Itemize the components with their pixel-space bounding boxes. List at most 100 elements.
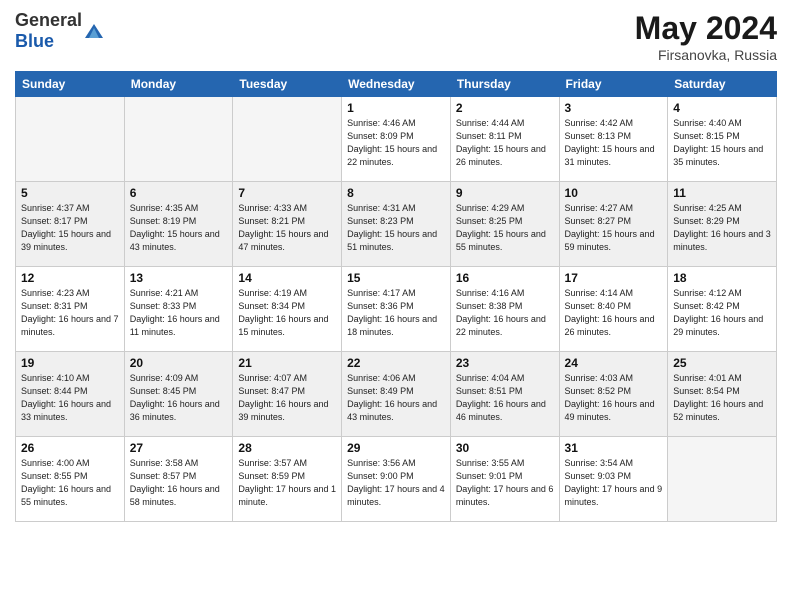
calendar-table: Sunday Monday Tuesday Wednesday Thursday… xyxy=(15,71,777,522)
table-row: 22 Sunrise: 4:06 AM Sunset: 8:49 PM Dayli… xyxy=(342,352,451,437)
cell-date: 21 xyxy=(238,356,336,370)
cell-date: 24 xyxy=(565,356,663,370)
col-wednesday: Wednesday xyxy=(342,72,451,97)
table-row: 23Sunrise: 4:04 AM Sunset: 8:51 PM Dayli… xyxy=(450,352,559,437)
logo-icon xyxy=(83,20,105,42)
cell-date: 5 xyxy=(21,186,119,200)
table-row: 5 Sunrise: 4:37 AM Sunset: 8:17 PM Daylig… xyxy=(16,182,125,267)
col-friday: Friday xyxy=(559,72,668,97)
table-row: 20 Sunrise: 4:09 AM Sunset: 8:45 PM Dayli… xyxy=(124,352,233,437)
cell-date: 29 xyxy=(347,441,445,455)
table-row: 26 Sunrise: 4:00 AM Sunset: 8:55 PM Dayli… xyxy=(16,437,125,522)
cell-info: Sunrise: 4:00 AM Sunset: 8:55 PM Dayligh… xyxy=(21,457,119,509)
cell-date: 18 xyxy=(673,271,771,285)
col-tuesday: Tuesday xyxy=(233,72,342,97)
col-thursday: Thursday xyxy=(450,72,559,97)
table-row: 6 Sunrise: 4:35 AM Sunset: 8:19 PM Daylig… xyxy=(124,182,233,267)
table-row xyxy=(668,437,777,522)
table-row: 7 Sunrise: 4:33 AM Sunset: 8:21 PM Daylig… xyxy=(233,182,342,267)
cell-date: 31 xyxy=(565,441,663,455)
table-row: 4 Sunrise: 4:40 AM Sunset: 8:15 PM Daylig… xyxy=(668,97,777,182)
cell-date: 10 xyxy=(565,186,663,200)
table-row: 1 Sunrise: 4:46 AM Sunset: 8:09 PM Daylig… xyxy=(342,97,451,182)
table-row: 21 Sunrise: 4:07 AM Sunset: 8:47 PM Dayli… xyxy=(233,352,342,437)
cell-info: Sunrise: 4:40 AM Sunset: 8:15 PM Dayligh… xyxy=(673,117,771,169)
table-row xyxy=(124,97,233,182)
cell-info: Sunrise: 4:01 AM Sunset: 8:54 PM Dayligh… xyxy=(673,372,771,424)
cell-info: Sunrise: 3:55 AM Sunset: 9:01 PM Dayligh… xyxy=(456,457,554,509)
cell-date: 26 xyxy=(21,441,119,455)
cell-date: 14 xyxy=(238,271,336,285)
col-sunday: Sunday xyxy=(16,72,125,97)
cell-info: Sunrise: 4:04 AM Sunset: 8:51 PM Dayligh… xyxy=(456,372,554,424)
table-row: 17Sunrise: 4:14 AM Sunset: 8:40 PM Dayli… xyxy=(559,267,668,352)
table-row: 31 Sunrise: 3:54 AM Sunset: 9:03 PM Dayli… xyxy=(559,437,668,522)
table-row: 24Sunrise: 4:03 AM Sunset: 8:52 PM Dayli… xyxy=(559,352,668,437)
cell-info: Sunrise: 3:56 AM Sunset: 9:00 PM Dayligh… xyxy=(347,457,445,509)
cell-info: Sunrise: 4:42 AM Sunset: 8:13 PM Dayligh… xyxy=(565,117,663,169)
cell-info: Sunrise: 4:06 AM Sunset: 8:49 PM Dayligh… xyxy=(347,372,445,424)
cell-info: Sunrise: 4:46 AM Sunset: 8:09 PM Dayligh… xyxy=(347,117,445,169)
cell-info: Sunrise: 4:16 AM Sunset: 8:38 PM Dayligh… xyxy=(456,287,554,339)
table-row: 11 Sunrise: 4:25 AM Sunset: 8:29 PM Dayli… xyxy=(668,182,777,267)
cell-info: Sunrise: 3:54 AM Sunset: 9:03 PM Dayligh… xyxy=(565,457,663,509)
cell-date: 27 xyxy=(130,441,228,455)
cell-info: Sunrise: 4:25 AM Sunset: 8:29 PM Dayligh… xyxy=(673,202,771,254)
cell-info: Sunrise: 4:37 AM Sunset: 8:17 PM Dayligh… xyxy=(21,202,119,254)
table-row: 8Sunrise: 4:31 AM Sunset: 8:23 PM Daylig… xyxy=(342,182,451,267)
table-row: 27 Sunrise: 3:58 AM Sunset: 8:57 PM Dayli… xyxy=(124,437,233,522)
table-row: 13Sunrise: 4:21 AM Sunset: 8:33 PM Dayli… xyxy=(124,267,233,352)
cell-info: Sunrise: 4:07 AM Sunset: 8:47 PM Dayligh… xyxy=(238,372,336,424)
cell-info: Sunrise: 4:09 AM Sunset: 8:45 PM Dayligh… xyxy=(130,372,228,424)
cell-date: 20 xyxy=(130,356,228,370)
table-row: 19Sunrise: 4:10 AM Sunset: 8:44 PM Dayli… xyxy=(16,352,125,437)
cell-date: 1 xyxy=(347,101,445,115)
cell-date: 17 xyxy=(565,271,663,285)
cell-info: Sunrise: 4:10 AM Sunset: 8:44 PM Dayligh… xyxy=(21,372,119,424)
title-month: May 2024 xyxy=(635,10,777,47)
cell-date: 9 xyxy=(456,186,554,200)
calendar-week-row: 19Sunrise: 4:10 AM Sunset: 8:44 PM Dayli… xyxy=(16,352,777,437)
cell-info: Sunrise: 4:44 AM Sunset: 8:11 PM Dayligh… xyxy=(456,117,554,169)
cell-date: 4 xyxy=(673,101,771,115)
calendar-week-row: 1 Sunrise: 4:46 AM Sunset: 8:09 PM Daylig… xyxy=(16,97,777,182)
cell-date: 2 xyxy=(456,101,554,115)
cell-info: Sunrise: 3:58 AM Sunset: 8:57 PM Dayligh… xyxy=(130,457,228,509)
cell-info: Sunrise: 4:12 AM Sunset: 8:42 PM Dayligh… xyxy=(673,287,771,339)
cell-date: 15 xyxy=(347,271,445,285)
cell-date: 7 xyxy=(238,186,336,200)
table-row: 10 Sunrise: 4:27 AM Sunset: 8:27 PM Dayli… xyxy=(559,182,668,267)
header-row: Sunday Monday Tuesday Wednesday Thursday… xyxy=(16,72,777,97)
calendar-week-row: 26 Sunrise: 4:00 AM Sunset: 8:55 PM Dayli… xyxy=(16,437,777,522)
table-row: 3 Sunrise: 4:42 AM Sunset: 8:13 PM Daylig… xyxy=(559,97,668,182)
cell-info: Sunrise: 4:17 AM Sunset: 8:36 PM Dayligh… xyxy=(347,287,445,339)
table-row: 14 Sunrise: 4:19 AM Sunset: 8:34 PM Dayli… xyxy=(233,267,342,352)
cell-date: 8 xyxy=(347,186,445,200)
calendar-week-row: 12Sunrise: 4:23 AM Sunset: 8:31 PM Dayli… xyxy=(16,267,777,352)
table-row: 28Sunrise: 3:57 AM Sunset: 8:59 PM Dayli… xyxy=(233,437,342,522)
cell-date: 13 xyxy=(130,271,228,285)
logo-blue-text: Blue xyxy=(15,31,54,51)
cell-date: 6 xyxy=(130,186,228,200)
header: General Blue May 2024 Firsanovka, Russia xyxy=(15,10,777,63)
table-row: 12Sunrise: 4:23 AM Sunset: 8:31 PM Dayli… xyxy=(16,267,125,352)
table-row: 16Sunrise: 4:16 AM Sunset: 8:38 PM Dayli… xyxy=(450,267,559,352)
cell-info: Sunrise: 3:57 AM Sunset: 8:59 PM Dayligh… xyxy=(238,457,336,509)
cell-info: Sunrise: 4:19 AM Sunset: 8:34 PM Dayligh… xyxy=(238,287,336,339)
table-row xyxy=(16,97,125,182)
table-row: 18 Sunrise: 4:12 AM Sunset: 8:42 PM Dayli… xyxy=(668,267,777,352)
cell-date: 30 xyxy=(456,441,554,455)
cell-info: Sunrise: 4:35 AM Sunset: 8:19 PM Dayligh… xyxy=(130,202,228,254)
title-block: May 2024 Firsanovka, Russia xyxy=(635,10,777,63)
calendar-page: General Blue May 2024 Firsanovka, Russia… xyxy=(0,0,792,612)
cell-date: 12 xyxy=(21,271,119,285)
logo: General Blue xyxy=(15,10,105,52)
cell-date: 22 xyxy=(347,356,445,370)
cell-date: 11 xyxy=(673,186,771,200)
cell-info: Sunrise: 4:33 AM Sunset: 8:21 PM Dayligh… xyxy=(238,202,336,254)
table-row: 30 Sunrise: 3:55 AM Sunset: 9:01 PM Dayli… xyxy=(450,437,559,522)
cell-info: Sunrise: 4:27 AM Sunset: 8:27 PM Dayligh… xyxy=(565,202,663,254)
cell-date: 3 xyxy=(565,101,663,115)
table-row: 25Sunrise: 4:01 AM Sunset: 8:54 PM Dayli… xyxy=(668,352,777,437)
logo-general-text: General xyxy=(15,10,82,30)
